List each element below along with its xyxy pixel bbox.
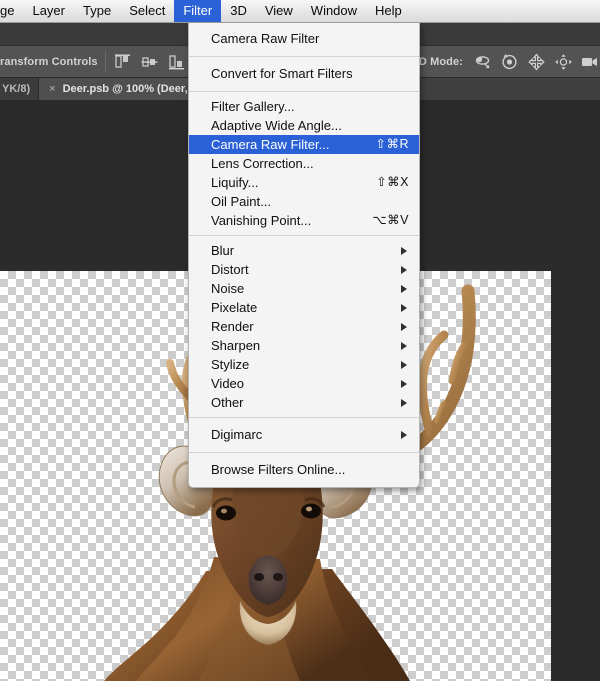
menu-bar: ge Layer Type Select Filter 3D View Wind… bbox=[0, 0, 600, 23]
menu-entry-label: Oil Paint... bbox=[211, 192, 271, 211]
submenu-arrow-icon bbox=[401, 285, 407, 293]
camera-3d-icon[interactable] bbox=[581, 53, 600, 71]
menu-separator bbox=[189, 235, 419, 236]
photoshop-window: ransform Controls bbox=[0, 0, 600, 681]
menu-entry-blur[interactable]: Blur bbox=[189, 241, 419, 260]
menu-entry-label: Convert for Smart Filters bbox=[211, 62, 353, 86]
menu-entry-label: Filter Gallery... bbox=[211, 97, 295, 116]
menu-entry-sharpen[interactable]: Sharpen bbox=[189, 336, 419, 355]
transform-controls-label: ransform Controls bbox=[0, 56, 98, 68]
menu-item-filter[interactable]: Filter bbox=[174, 0, 221, 22]
menu-entry-noise[interactable]: Noise bbox=[189, 279, 419, 298]
submenu-arrow-icon bbox=[401, 266, 407, 274]
document-tab-title: Deer.psb @ 100% (Deer, bbox=[63, 83, 188, 95]
menu-entry-label: Video bbox=[211, 374, 244, 393]
mode-3d-label: 3D Mode: bbox=[413, 56, 463, 68]
align-bottom-edges-icon[interactable] bbox=[167, 53, 187, 71]
menu-entry-other[interactable]: Other bbox=[189, 393, 419, 412]
submenu-arrow-icon bbox=[401, 399, 407, 407]
menu-separator bbox=[189, 56, 419, 57]
submenu-arrow-icon bbox=[401, 247, 407, 255]
menu-item-help[interactable]: Help bbox=[366, 0, 411, 22]
menu-item-type[interactable]: Type bbox=[74, 0, 120, 22]
close-icon[interactable]: × bbox=[49, 83, 55, 95]
document-tab-deer[interactable]: × Deer.psb @ 100% (Deer, bbox=[38, 78, 199, 100]
menu-entry-liquify[interactable]: Liquify... ⇧⌘X bbox=[189, 173, 419, 192]
roll-3d-icon[interactable] bbox=[500, 53, 519, 71]
menu-entry-label: Browse Filters Online... bbox=[211, 458, 345, 482]
menu-entry-label: Render bbox=[211, 317, 254, 336]
menu-entry-adaptive-wide-angle[interactable]: Adaptive Wide Angle... bbox=[189, 116, 419, 135]
options-separator-1 bbox=[105, 51, 106, 73]
menu-entry-camera-raw-filter[interactable]: Camera Raw Filter bbox=[189, 27, 419, 51]
menu-entry-stylize[interactable]: Stylize bbox=[189, 355, 419, 374]
menu-entry-label: Sharpen bbox=[211, 336, 260, 355]
menu-separator bbox=[189, 91, 419, 92]
menu-entry-label: Blur bbox=[211, 241, 234, 260]
menu-entry-shortcut: ⇧⌘X bbox=[362, 173, 409, 192]
align-vertical-centers-icon[interactable] bbox=[140, 53, 160, 71]
tab-bar-left-fragment: YK/8) bbox=[0, 78, 38, 100]
menu-entry-label: Liquify... bbox=[211, 173, 258, 192]
menu-entry-pixelate[interactable]: Pixelate bbox=[189, 298, 419, 317]
pan-3d-icon[interactable] bbox=[527, 53, 546, 71]
submenu-arrow-icon bbox=[401, 342, 407, 350]
deer-eye-left bbox=[216, 506, 236, 521]
menu-item-window[interactable]: Window bbox=[302, 0, 366, 22]
menu-entry-label: Lens Correction... bbox=[211, 154, 314, 173]
menu-entry-oil-paint[interactable]: Oil Paint... bbox=[189, 192, 419, 211]
menu-entry-label: Stylize bbox=[211, 355, 249, 374]
menu-item-3d[interactable]: 3D bbox=[221, 0, 256, 22]
menu-entry-label: Noise bbox=[211, 279, 244, 298]
menu-entry-render[interactable]: Render bbox=[189, 317, 419, 336]
slide-3d-icon[interactable] bbox=[554, 53, 573, 71]
tab-bar-left-fragment-text: YK/8) bbox=[0, 83, 30, 95]
menu-entry-digimarc[interactable]: Digimarc bbox=[189, 423, 419, 447]
menu-entry-label: Digimarc bbox=[211, 423, 262, 447]
menu-entry-label: Camera Raw Filter bbox=[211, 27, 319, 51]
submenu-arrow-icon bbox=[401, 304, 407, 312]
submenu-arrow-icon bbox=[401, 431, 407, 439]
submenu-arrow-icon bbox=[401, 380, 407, 388]
menu-entry-label: Pixelate bbox=[211, 298, 257, 317]
align-top-edges-icon[interactable] bbox=[113, 53, 133, 71]
menu-item-view[interactable]: View bbox=[256, 0, 302, 22]
menu-entry-label: Distort bbox=[211, 260, 249, 279]
orbit-3d-icon[interactable] bbox=[473, 53, 492, 71]
deer-eye-right bbox=[301, 504, 321, 519]
menu-entry-label: Camera Raw Filter... bbox=[211, 135, 329, 154]
menu-separator bbox=[189, 417, 419, 418]
submenu-arrow-icon bbox=[401, 323, 407, 331]
menu-entry-video[interactable]: Video bbox=[189, 374, 419, 393]
menu-entry-filter-gallery[interactable]: Filter Gallery... bbox=[189, 97, 419, 116]
menu-entry-shortcut: ⇧⌘R bbox=[361, 135, 409, 154]
menu-entry-distort[interactable]: Distort bbox=[189, 260, 419, 279]
filter-dropdown-menu[interactable]: Camera Raw Filter Convert for Smart Filte… bbox=[188, 23, 420, 488]
menu-entry-label: Other bbox=[211, 393, 244, 412]
menu-entry-convert-for-smart-filters[interactable]: Convert for Smart Filters bbox=[189, 62, 419, 86]
menu-item-image[interactable]: ge bbox=[0, 0, 23, 22]
menu-separator bbox=[189, 452, 419, 453]
menu-entry-vanishing-point[interactable]: Vanishing Point... ⌥⌘V bbox=[189, 211, 419, 230]
menu-entry-label: Adaptive Wide Angle... bbox=[211, 116, 342, 135]
submenu-arrow-icon bbox=[401, 361, 407, 369]
menu-item-select[interactable]: Select bbox=[120, 0, 174, 22]
menu-entry-browse-filters-online[interactable]: Browse Filters Online... bbox=[189, 458, 419, 482]
menu-item-layer[interactable]: Layer bbox=[23, 0, 74, 22]
menu-entry-camera-raw-filter[interactable]: Camera Raw Filter... ⇧⌘R bbox=[189, 135, 419, 154]
menu-entry-label: Vanishing Point... bbox=[211, 211, 311, 230]
menu-entry-shortcut: ⌥⌘V bbox=[358, 211, 409, 230]
menu-entry-lens-correction[interactable]: Lens Correction... bbox=[189, 154, 419, 173]
